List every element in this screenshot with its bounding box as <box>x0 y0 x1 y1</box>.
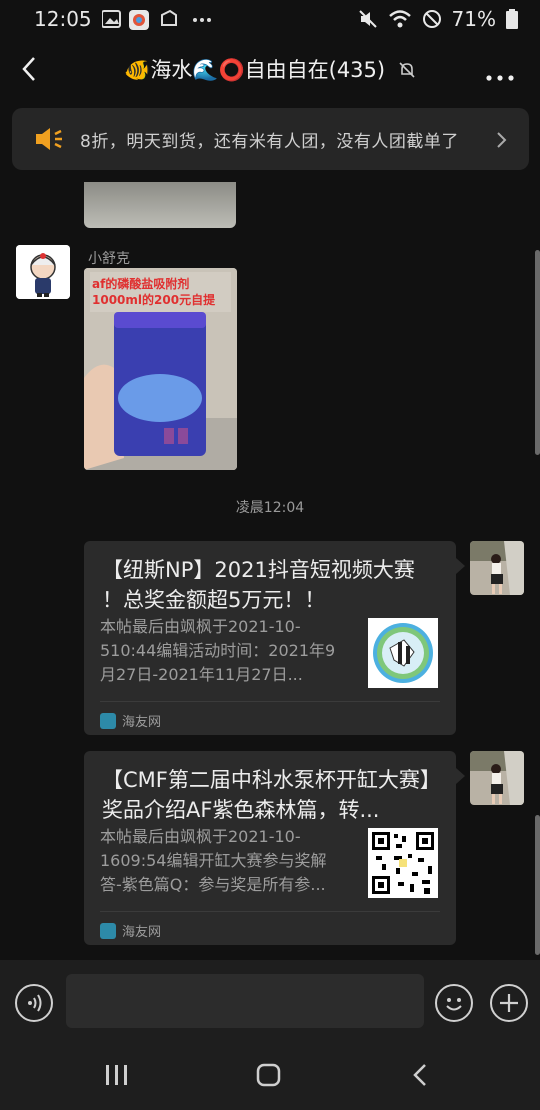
card-qr-thumbnail <box>368 828 438 898</box>
more-button[interactable] <box>486 66 514 85</box>
dnd-icon <box>422 10 441 28</box>
message-timestamp: 凌晨12:04 <box>235 500 305 516</box>
battery-percent: 71% <box>451 7 496 31</box>
voice-icon <box>28 994 42 1012</box>
message-image-partial[interactable] <box>84 182 236 228</box>
more-icon <box>486 75 514 81</box>
wifi-icon <box>388 10 411 28</box>
system-nav-bar <box>0 1040 540 1110</box>
sender-name: 小舒克 <box>88 251 130 267</box>
source-name: 海友网 <box>122 925 162 940</box>
notice-text: 8折，明天到货，还有米有人团，没有人团截单了 <box>80 132 459 152</box>
input-bar <box>0 960 540 1040</box>
card-source: 海友网 <box>100 921 161 940</box>
card-divider <box>100 911 440 912</box>
card-title: 【CMF第二届中科水泵杯开缸大赛】奖品介绍AF紫色森林篇，转... <box>102 768 441 822</box>
photo-caption-line-1: af的磷酸盐吸附剂 <box>92 276 189 291</box>
emoji-button[interactable] <box>435 984 473 1022</box>
group-notice-banner[interactable]: 8折，明天到货，还有米有人团，没有人团截单了 <box>12 108 529 170</box>
source-name: 海友网 <box>122 715 162 730</box>
chevron-right-icon <box>497 132 507 148</box>
status-time: 12:05 <box>34 7 92 31</box>
avatar[interactable] <box>470 751 524 805</box>
card-divider <box>100 701 440 702</box>
voice-button[interactable] <box>15 984 53 1022</box>
mute-bell-icon <box>399 62 415 78</box>
message-photo[interactable]: af的磷酸盐吸附剂 1000ml的200元自提 <box>84 268 237 470</box>
source-logo-icon <box>100 922 116 939</box>
avatar[interactable] <box>16 245 70 299</box>
home-button[interactable] <box>256 1062 282 1092</box>
notification-icons <box>101 9 212 31</box>
chat-title: 🐠海水🌊⭕自由自在(435) <box>0 54 540 84</box>
bubble-tail <box>456 558 465 574</box>
card-description: 本帖最后由飒枫于2021-10-1609:54编辑开缸大赛参与奖解答-紫色篇Q：… <box>100 827 327 894</box>
mute-icon <box>358 10 377 28</box>
more-actions-button[interactable] <box>490 984 528 1022</box>
link-card[interactable]: 【CMF第二届中科水泵杯开缸大赛】奖品介绍AF紫色森林篇，转... 本帖最后由飒… <box>84 751 456 945</box>
recent-apps-icon <box>106 1065 127 1085</box>
nav-back-icon <box>413 1064 426 1086</box>
plus-icon <box>500 994 518 1012</box>
card-title: 【纽斯NP】2021抖音短视频大赛 ！总奖金额超5万元！！ <box>102 558 415 612</box>
card-description: 本帖最后由飒枫于2021-10-510:44编辑活动时间：2021年9月27日-… <box>100 617 336 684</box>
card-thumbnail <box>368 618 438 688</box>
home-icon <box>256 1063 281 1087</box>
card-source: 海友网 <box>100 711 161 730</box>
scrollbar[interactable] <box>535 250 540 455</box>
link-card[interactable]: 【纽斯NP】2021抖音短视频大赛 ！总奖金额超5万元！！ 本帖最后由飒枫于20… <box>84 541 456 735</box>
source-logo-icon <box>100 712 116 729</box>
message-input[interactable] <box>66 974 424 1028</box>
recent-apps-button[interactable] <box>104 1062 130 1092</box>
chat-header: 🐠海水🌊⭕自由自在(435) <box>0 40 540 100</box>
system-status: 71% <box>358 7 518 31</box>
photo-caption-line-2: 1000ml的200元自提 <box>92 292 216 307</box>
bubble-tail <box>456 768 465 784</box>
status-bar: 12:05 71% <box>0 0 540 38</box>
battery-icon <box>506 9 518 29</box>
emoji-icon <box>446 998 462 1011</box>
scrollbar[interactable] <box>535 815 540 955</box>
nav-back-button[interactable] <box>408 1062 434 1092</box>
avatar[interactable] <box>470 541 524 595</box>
speaker-icon <box>36 128 62 150</box>
